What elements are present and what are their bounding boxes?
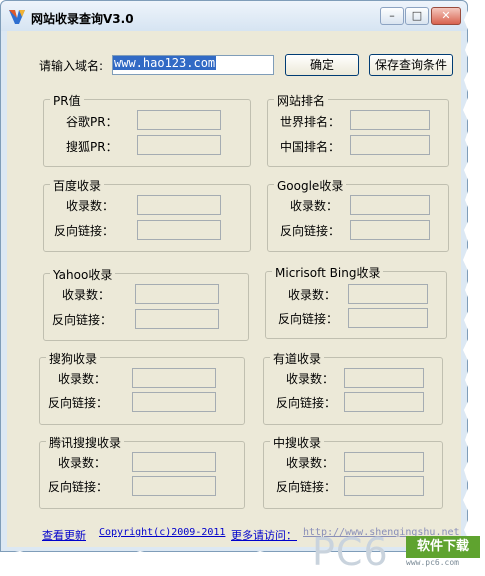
group-yahoo-title: Yahoo收录: [50, 266, 116, 283]
group-rank-title: 网站排名: [274, 92, 329, 109]
youdao-backlink-field[interactable]: [344, 392, 424, 412]
china-rank-label: 中国排名：: [280, 140, 341, 154]
confirm-button[interactable]: 确定: [285, 54, 359, 76]
zhongsou-backlink-label: 反向链接：: [276, 480, 337, 494]
sogou-backlink-field[interactable]: [132, 392, 216, 412]
group-rank: 网站排名 世界排名： 中国排名：: [267, 92, 449, 167]
sohu-pr-field[interactable]: [137, 135, 221, 155]
world-rank-field[interactable]: [350, 110, 430, 130]
group-sogou: 搜狗收录 收录数： 反向链接：: [39, 350, 245, 425]
baidu-count-label: 收录数：: [66, 199, 115, 213]
baidu-backlink-label: 反向链接：: [54, 224, 115, 238]
maximize-icon: □: [411, 9, 423, 22]
group-sogou-title: 搜狗收录: [46, 350, 101, 367]
bing-count-label: 收录数：: [288, 288, 337, 302]
sogou-count-field[interactable]: [132, 368, 216, 388]
sohu-pr-label: 搜狐PR：: [66, 140, 118, 154]
group-zhongsou: 中搜收录 收录数： 反向链接：: [263, 434, 443, 509]
group-bing-title: Micrisoft Bing收录: [272, 264, 384, 281]
domain-input[interactable]: www.hao123.com: [112, 55, 274, 75]
group-pr-title: PR值: [50, 92, 84, 109]
watermark-brand: PC6: [312, 530, 389, 574]
group-zhongsou-title: 中搜收录: [270, 434, 325, 451]
check-update-link[interactable]: 查看更新: [42, 527, 86, 543]
group-tencent: 腾讯搜搜收录 收录数： 反向链接：: [39, 434, 245, 509]
group-youdao-title: 有道收录: [270, 350, 325, 367]
youdao-count-label: 收录数：: [286, 372, 335, 386]
yahoo-count-field[interactable]: [135, 284, 219, 304]
title-bar[interactable]: 网站收录查询V3.0 – □ ✕: [1, 1, 467, 31]
group-baidu: 百度收录 收录数： 反向链接：: [43, 177, 251, 252]
group-youdao: 有道收录 收录数： 反向链接：: [263, 350, 443, 425]
more-info-text[interactable]: 更多请访问：: [231, 527, 297, 543]
minimize-icon: –: [389, 9, 395, 22]
bing-backlink-label: 反向链接：: [278, 312, 339, 326]
minimize-button[interactable]: –: [380, 7, 404, 25]
baidu-backlink-field[interactable]: [137, 220, 221, 240]
google-count-label: 收录数：: [290, 199, 339, 213]
maximize-button[interactable]: □: [405, 7, 429, 25]
group-baidu-title: 百度收录: [50, 177, 105, 194]
zhongsou-count-field[interactable]: [344, 452, 424, 472]
tencent-backlink-label: 反向链接：: [48, 480, 109, 494]
google-pr-label: 谷歌PR：: [66, 115, 118, 129]
tencent-backlink-field[interactable]: [132, 476, 216, 496]
youdao-backlink-label: 反向链接：: [276, 396, 337, 410]
google-backlink-field[interactable]: [350, 220, 430, 240]
google-count-field[interactable]: [350, 195, 430, 215]
baidu-count-field[interactable]: [137, 195, 221, 215]
watermark-tag: 软件下载: [406, 536, 480, 558]
group-yahoo: Yahoo收录 收录数： 反向链接：: [43, 266, 249, 341]
domain-value: www.hao123.com: [113, 56, 217, 70]
bing-count-field[interactable]: [348, 284, 428, 304]
yahoo-count-label: 收录数：: [62, 288, 111, 302]
app-logo-icon: [9, 10, 25, 24]
bing-backlink-field[interactable]: [348, 308, 428, 328]
tencent-count-field[interactable]: [132, 452, 216, 472]
app-window: 网站收录查询V3.0 – □ ✕ 请输入域名: www.hao123.com 确…: [0, 0, 468, 552]
group-tencent-title: 腾讯搜搜收录: [46, 434, 125, 451]
window-title: 网站收录查询V3.0: [31, 12, 134, 26]
zhongsou-count-label: 收录数：: [286, 456, 335, 470]
sogou-count-label: 收录数：: [58, 372, 107, 386]
sogou-backlink-label: 反向链接：: [48, 396, 109, 410]
copyright-link[interactable]: Copyright(c)2009-2011: [99, 527, 225, 538]
group-pr: PR值 谷歌PR： 搜狐PR：: [43, 92, 251, 167]
group-google-title: Google收录: [274, 177, 347, 194]
china-rank-field[interactable]: [350, 135, 430, 155]
yahoo-backlink-field[interactable]: [135, 309, 219, 329]
youdao-count-field[interactable]: [344, 368, 424, 388]
google-pr-field[interactable]: [137, 110, 221, 130]
close-icon: ✕: [441, 9, 451, 22]
domain-label: 请输入域名:: [39, 59, 104, 73]
group-google: Google收录 收录数： 反向链接：: [267, 177, 449, 252]
zhongsou-backlink-field[interactable]: [344, 476, 424, 496]
watermark-sub: www.pc6.com: [406, 558, 459, 567]
world-rank-label: 世界排名：: [280, 115, 341, 129]
save-query-button[interactable]: 保存查询条件: [369, 54, 453, 76]
pc6-watermark: PC6 软件下载 www.pc6.com: [312, 530, 482, 574]
group-bing: Micrisoft Bing收录 收录数： 反向链接：: [265, 264, 447, 339]
yahoo-backlink-label: 反向链接：: [52, 313, 113, 327]
google-backlink-label: 反向链接：: [280, 224, 341, 238]
client-area: 请输入域名: www.hao123.com 确定 保存查询条件 PR值 谷歌PR…: [7, 31, 461, 547]
tencent-count-label: 收录数：: [58, 456, 107, 470]
torn-edge-right: [463, 0, 485, 576]
